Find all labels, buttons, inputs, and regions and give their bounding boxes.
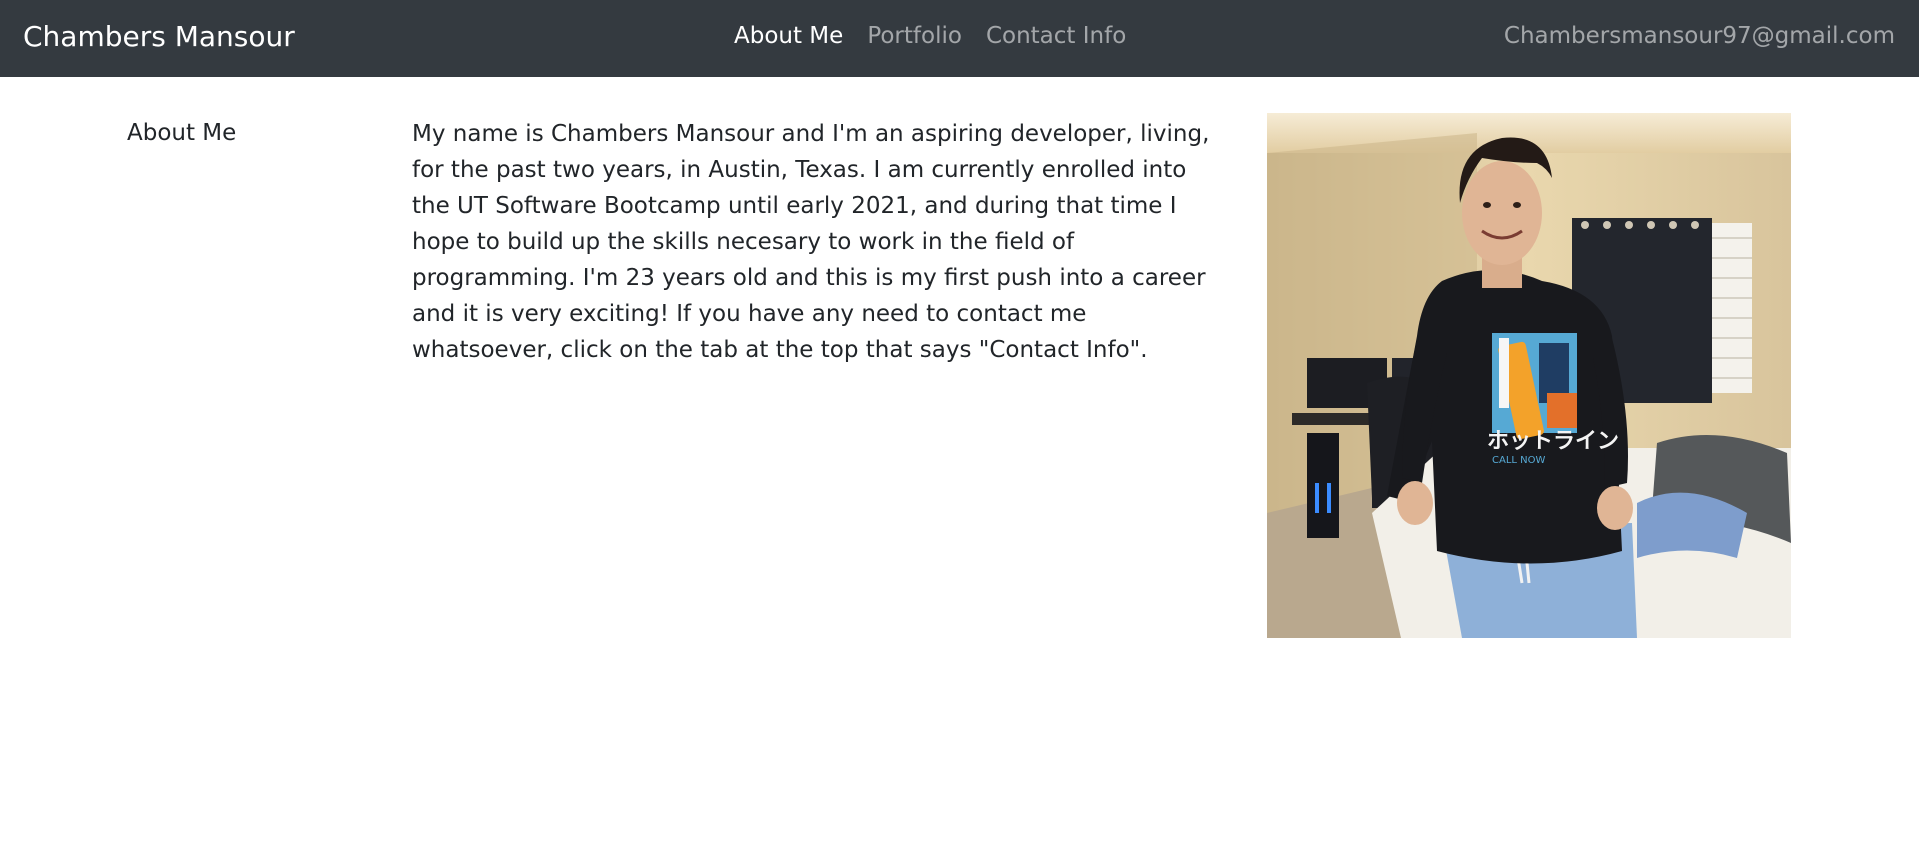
nav-link-contact-info[interactable]: Contact Info	[986, 20, 1126, 52]
nav-links: About Me Portfolio Contact Info	[734, 20, 1126, 52]
nav-link-portfolio[interactable]: Portfolio	[867, 20, 962, 52]
brand-link[interactable]: Chambers Mansour	[23, 18, 295, 56]
navbar: Chambers Mansour About Me Portfolio Cont…	[0, 0, 1919, 77]
shirt-graphic-subtext: CALL NOW	[1492, 455, 1545, 466]
nav-link-about-me[interactable]: About Me	[734, 20, 843, 52]
profile-photo: ホットライン CALL NOW	[1267, 113, 1791, 638]
bio-paragraph: My name is Chambers Mansour and I'm an a…	[412, 121, 1210, 363]
about-me-heading: About Me	[127, 120, 237, 146]
email-link[interactable]: Chambersmansour97@gmail.com	[1504, 20, 1895, 52]
shirt-graphic-text: ホットライン	[1487, 429, 1619, 454]
